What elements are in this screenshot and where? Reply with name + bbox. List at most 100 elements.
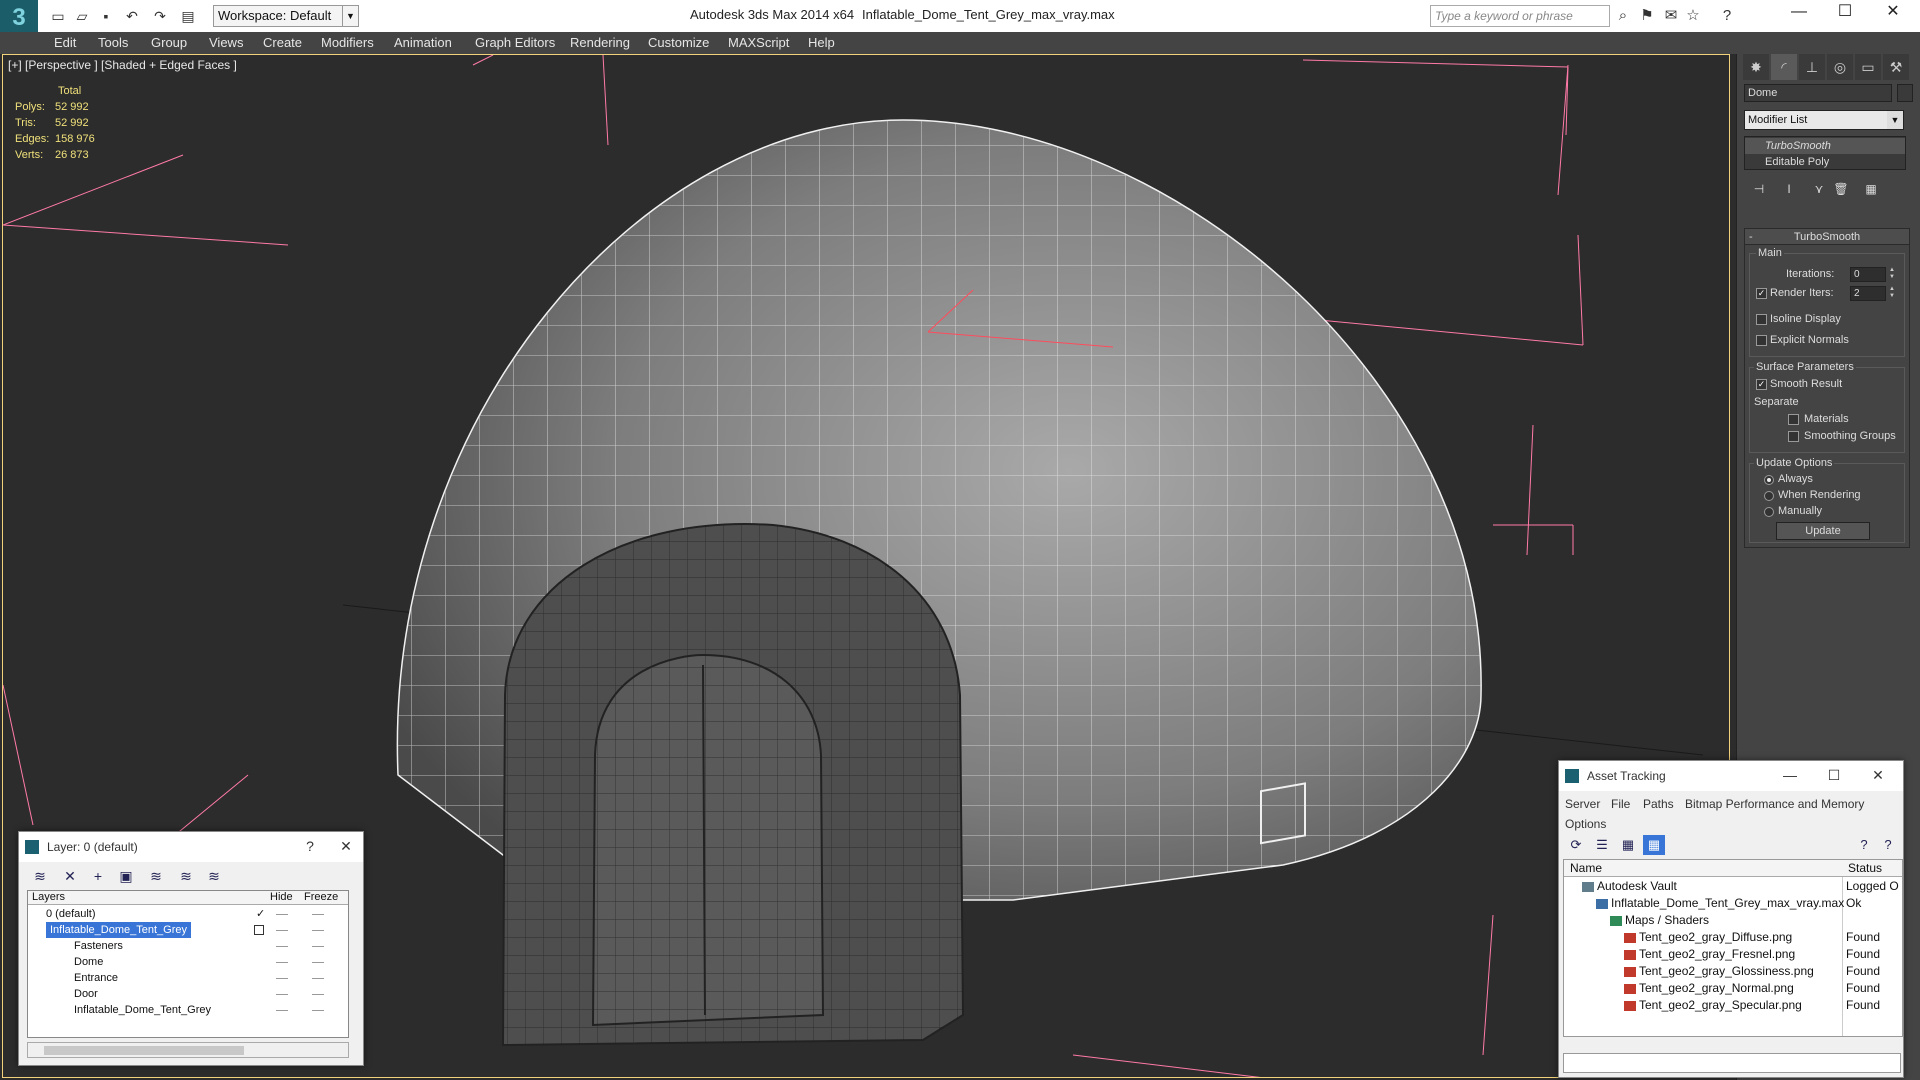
- save-icon[interactable]: ▪: [96, 6, 116, 26]
- asset-row[interactable]: Tent_geo2_gray_Specular.png Found: [1564, 997, 1902, 1014]
- menu-help[interactable]: Help: [808, 35, 835, 50]
- menu-views[interactable]: Views: [209, 35, 243, 50]
- utilities-tab-icon[interactable]: ⚒: [1883, 54, 1909, 80]
- menu-maxscript[interactable]: MAXScript: [728, 35, 789, 50]
- close-icon[interactable]: ✕: [1863, 761, 1893, 791]
- create-tab-icon[interactable]: ✸: [1743, 54, 1769, 80]
- asset-row[interactable]: Tent_geo2_gray_Diffuse.png Found: [1564, 929, 1902, 946]
- asset-row[interactable]: Autodesk Vault Logged O: [1564, 878, 1902, 895]
- horizontal-scrollbar[interactable]: [27, 1042, 349, 1058]
- hierarchy-tab-icon[interactable]: ⊥: [1799, 54, 1825, 80]
- menu-graph-editors[interactable]: Graph Editors: [475, 35, 555, 50]
- help-icon[interactable]: ?: [1716, 6, 1738, 26]
- new-file-icon[interactable]: ▭: [48, 6, 68, 26]
- freeze-all-layers-icon[interactable]: ≋: [201, 866, 227, 886]
- make-unique-icon[interactable]: ⋎: [1808, 180, 1830, 198]
- table-view-icon[interactable]: ▦: [1643, 835, 1665, 855]
- stack-item-editable-poly[interactable]: Editable Poly: [1745, 154, 1905, 170]
- always-radio[interactable]: [1764, 475, 1774, 485]
- pin-stack-icon[interactable]: ⊣: [1748, 180, 1770, 198]
- configure-modifier-sets-icon[interactable]: ▦: [1860, 180, 1882, 198]
- manually-radio[interactable]: [1764, 507, 1774, 517]
- explicit-normals-checkbox[interactable]: [1756, 335, 1767, 346]
- col-layers[interactable]: Layers: [32, 891, 65, 904]
- menu-customize[interactable]: Customize: [648, 35, 709, 50]
- col-status[interactable]: Status: [1848, 860, 1882, 877]
- subscription-icon[interactable]: ⚑: [1636, 6, 1658, 26]
- create-layer-icon[interactable]: ≋: [27, 866, 53, 886]
- add-to-layer-icon[interactable]: +: [85, 866, 111, 886]
- layer-row[interactable]: Door: [28, 986, 348, 1002]
- isoline-display-checkbox[interactable]: [1756, 314, 1767, 325]
- menu-edit[interactable]: Edit: [54, 35, 76, 50]
- when-rendering-radio[interactable]: [1764, 491, 1774, 501]
- layer-row[interactable]: Entrance: [28, 970, 348, 986]
- object-name-field[interactable]: Dome: [1744, 84, 1892, 102]
- help-button[interactable]: ?: [295, 832, 325, 862]
- minimize-button[interactable]: —: [1775, 761, 1805, 791]
- object-color-swatch[interactable]: [1897, 84, 1913, 102]
- update-button[interactable]: Update: [1776, 522, 1870, 540]
- thumbnail-view-icon[interactable]: ▦: [1617, 835, 1639, 855]
- binoculars-icon[interactable]: ⌕: [1612, 6, 1634, 26]
- smooth-result-checkbox[interactable]: ✓: [1756, 379, 1767, 390]
- menu-tools[interactable]: Tools: [98, 35, 128, 50]
- menu-modifiers[interactable]: Modifiers: [321, 35, 374, 50]
- context-help-icon[interactable]: ?: [1877, 835, 1899, 855]
- col-name[interactable]: Name: [1570, 860, 1602, 877]
- minimize-button[interactable]: —: [1776, 0, 1822, 26]
- col-freeze[interactable]: Freeze: [304, 891, 338, 904]
- modify-tab-icon[interactable]: ◜: [1771, 54, 1797, 80]
- layer-row[interactable]: Fasteners: [28, 938, 348, 954]
- menu-file[interactable]: File: [1611, 797, 1630, 811]
- display-tab-icon[interactable]: ▭: [1855, 54, 1881, 80]
- select-objects-icon[interactable]: ▣: [113, 866, 139, 886]
- help-icon[interactable]: ?: [1853, 835, 1875, 855]
- communication-icon[interactable]: ✉: [1660, 6, 1682, 26]
- render-iters-checkbox[interactable]: ✓: [1756, 288, 1767, 299]
- project-folder-icon[interactable]: ▤: [178, 6, 198, 26]
- menu-bitmap-performance[interactable]: Bitmap Performance and Memory: [1685, 797, 1864, 811]
- favorites-star-icon[interactable]: ☆: [1682, 6, 1704, 26]
- menu-animation[interactable]: Animation: [394, 35, 452, 50]
- asset-row[interactable]: Tent_geo2_gray_Fresnel.png Found: [1564, 946, 1902, 963]
- asset-panel-titlebar[interactable]: Asset Tracking: [1559, 761, 1903, 791]
- materials-checkbox[interactable]: [1788, 414, 1799, 425]
- layer-row[interactable]: Inflatable_Dome_Tent_Grey: [28, 1002, 348, 1018]
- iterations-input[interactable]: 0: [1850, 267, 1886, 282]
- motion-tab-icon[interactable]: ◎: [1827, 54, 1853, 80]
- smoothing-groups-checkbox[interactable]: [1788, 431, 1799, 442]
- menu-options[interactable]: Options: [1565, 817, 1606, 831]
- menu-paths[interactable]: Paths: [1643, 797, 1674, 811]
- layer-row[interactable]: 0 (default) ✓: [28, 906, 348, 922]
- remove-modifier-icon[interactable]: 🗑: [1830, 180, 1852, 198]
- maximize-button[interactable]: ☐: [1819, 761, 1849, 791]
- asset-path-field[interactable]: [1563, 1053, 1901, 1073]
- scrollbar-thumb[interactable]: [44, 1046, 244, 1055]
- layer-row[interactable]: Inflatable_Dome_Tent_Grey: [28, 922, 348, 938]
- menu-group[interactable]: Group: [151, 35, 187, 50]
- viewport-label[interactable]: [+] [Perspective ] [Shaded + Edged Faces…: [8, 58, 237, 72]
- search-input[interactable]: Type a keyword or phrase: [1430, 5, 1610, 27]
- iterations-spinner-icon[interactable]: ▲ ▼: [1888, 267, 1896, 282]
- show-end-result-icon[interactable]: I: [1778, 180, 1800, 198]
- undo-icon[interactable]: ↶: [122, 6, 142, 26]
- hide-all-layers-icon[interactable]: ≋: [173, 866, 199, 886]
- layer-row[interactable]: Dome: [28, 954, 348, 970]
- menu-create[interactable]: Create: [263, 35, 302, 50]
- redo-icon[interactable]: ↷: [150, 6, 170, 26]
- refresh-icon[interactable]: ⟳: [1565, 835, 1587, 855]
- open-file-icon[interactable]: ▱: [72, 6, 92, 26]
- workspace-dropdown[interactable]: Workspace: Default ▼: [213, 5, 359, 27]
- stack-item-turbosmooth[interactable]: TurboSmooth: [1745, 138, 1905, 154]
- menu-server[interactable]: Server: [1565, 797, 1600, 811]
- close-icon[interactable]: ✕: [331, 832, 361, 862]
- asset-row[interactable]: Maps / Shaders: [1564, 912, 1902, 929]
- asset-row[interactable]: Tent_geo2_gray_Glossiness.png Found: [1564, 963, 1902, 980]
- asset-row[interactable]: Inflatable_Dome_Tent_Grey_max_vray.max Ok: [1564, 895, 1902, 912]
- layer-checkbox[interactable]: [254, 925, 264, 935]
- modifier-list-dropdown[interactable]: Modifier List ▼: [1744, 110, 1904, 130]
- asset-row[interactable]: Tent_geo2_gray_Normal.png Found: [1564, 980, 1902, 997]
- render-iters-spinner-icon[interactable]: ▲ ▼: [1888, 286, 1896, 301]
- close-button[interactable]: ✕: [1870, 0, 1916, 26]
